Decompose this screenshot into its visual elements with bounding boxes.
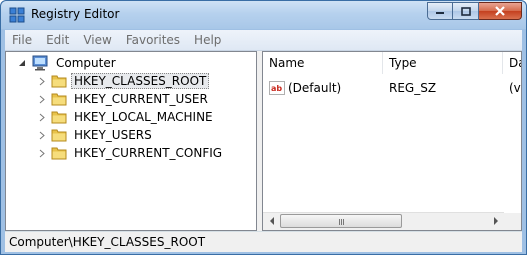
column-header-name[interactable]: Name xyxy=(263,52,383,74)
scroll-corner xyxy=(504,213,521,230)
scroll-left-button[interactable] xyxy=(263,213,280,229)
menu-help[interactable]: Help xyxy=(187,33,228,47)
expand-arrow-icon[interactable] xyxy=(38,95,46,104)
client-area: Computer HKEY_CLASSES_ROOT HKEY_CURRENT_… xyxy=(5,51,522,231)
minimize-icon xyxy=(436,12,444,14)
scroll-left-icon xyxy=(269,217,274,225)
value-data: (v xyxy=(509,81,521,95)
svg-text:ab: ab xyxy=(271,84,282,93)
hive-label: HKEY_USERS xyxy=(74,128,152,142)
value-type: REG_SZ xyxy=(389,81,437,95)
string-value-icon: ab xyxy=(269,81,285,95)
column-headers: Name Type Da xyxy=(263,52,521,74)
computer-icon xyxy=(32,55,48,71)
registry-app-icon xyxy=(9,7,25,23)
expand-arrow-icon[interactable] xyxy=(38,113,46,122)
menu-favorites[interactable]: Favorites xyxy=(119,33,187,47)
title-bar[interactable]: Registry Editor xyxy=(1,1,526,29)
tree-item-hkey-classes-root[interactable]: HKEY_CLASSES_ROOT xyxy=(38,72,210,90)
status-bar: Computer\HKEY_CLASSES_ROOT xyxy=(5,231,522,252)
column-header-data[interactable]: Da xyxy=(503,52,521,74)
close-icon xyxy=(495,6,505,16)
tree-item-hkey-current-user[interactable]: HKEY_CURRENT_USER xyxy=(38,90,211,108)
tree-root-label: Computer xyxy=(56,56,116,70)
registry-editor-window: Registry Editor File Edit View Favorites… xyxy=(0,0,527,255)
hive-label: HKEY_CURRENT_USER xyxy=(74,92,208,106)
tree-item-computer[interactable]: Computer xyxy=(18,54,119,72)
status-path: Computer\HKEY_CLASSES_ROOT xyxy=(9,235,206,249)
folder-icon xyxy=(51,129,67,142)
minimize-button[interactable] xyxy=(427,2,453,20)
menu-edit[interactable]: Edit xyxy=(39,33,76,47)
scroll-right-button[interactable] xyxy=(487,213,504,229)
close-button[interactable] xyxy=(479,2,522,20)
expand-arrow-icon[interactable] xyxy=(38,149,46,158)
maximize-icon xyxy=(460,6,471,16)
value-list[interactable]: Name Type Da ab (Default) REG_SZ (v xyxy=(262,51,522,231)
scroll-thumb[interactable] xyxy=(280,214,402,228)
menu-bar: File Edit View Favorites Help xyxy=(5,30,522,51)
window-title: Registry Editor xyxy=(31,7,120,21)
folder-icon xyxy=(51,147,67,160)
scroll-right-icon xyxy=(493,217,498,225)
caption-buttons xyxy=(427,2,522,20)
value-row[interactable]: ab (Default) REG_SZ (v xyxy=(269,79,521,97)
menu-file[interactable]: File xyxy=(5,33,39,47)
tree-item-hkey-local-machine[interactable]: HKEY_LOCAL_MACHINE xyxy=(38,108,216,126)
tree-item-hkey-users[interactable]: HKEY_USERS xyxy=(38,126,155,144)
key-tree[interactable]: Computer HKEY_CLASSES_ROOT HKEY_CURRENT_… xyxy=(5,51,257,231)
expand-arrow-icon[interactable] xyxy=(38,131,46,140)
hive-label: HKEY_CLASSES_ROOT xyxy=(71,73,210,89)
hive-label: HKEY_LOCAL_MACHINE xyxy=(74,110,213,124)
hive-label: HKEY_CURRENT_CONFIG xyxy=(74,146,223,160)
folder-icon xyxy=(51,93,67,106)
tree-item-hkey-current-config[interactable]: HKEY_CURRENT_CONFIG xyxy=(38,144,225,162)
menu-view[interactable]: View xyxy=(76,33,118,47)
value-name: (Default) xyxy=(288,81,342,95)
folder-icon xyxy=(51,111,67,124)
column-header-type[interactable]: Type xyxy=(383,52,503,74)
folder-icon xyxy=(51,75,67,88)
horizontal-scrollbar[interactable] xyxy=(263,212,504,230)
collapse-arrow-icon[interactable] xyxy=(18,59,26,68)
expand-arrow-icon[interactable] xyxy=(38,77,46,86)
maximize-button[interactable] xyxy=(453,2,479,20)
